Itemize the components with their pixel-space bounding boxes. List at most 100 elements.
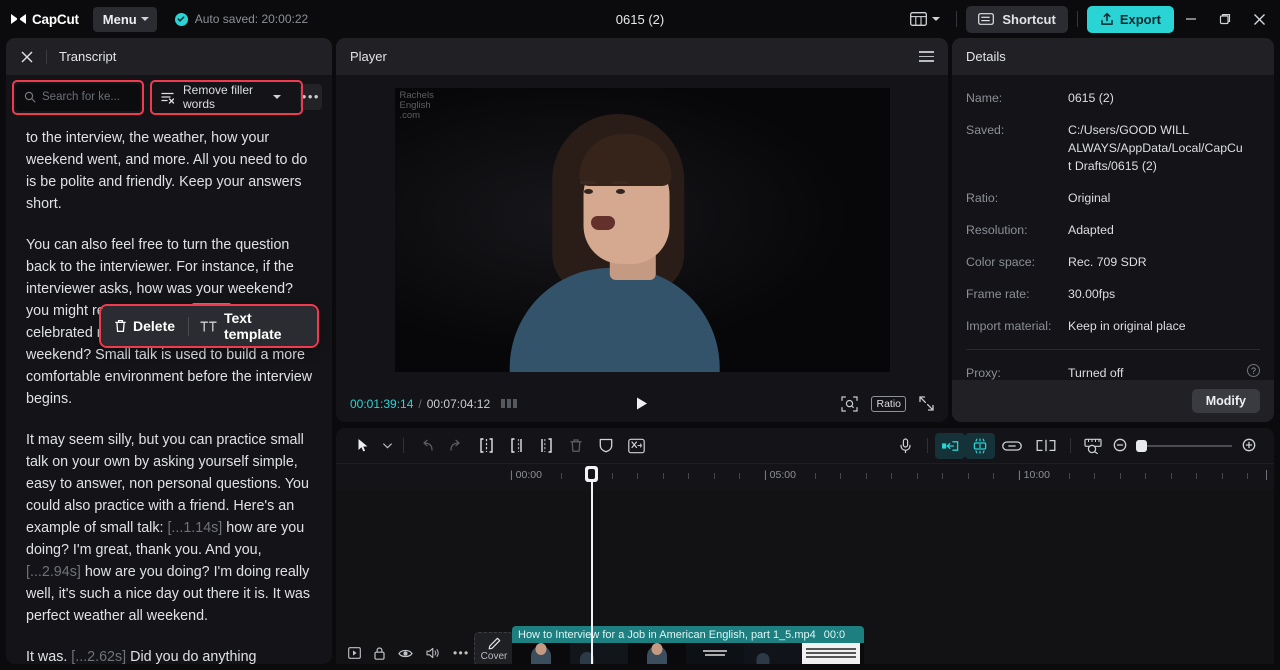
trash-icon[interactable] xyxy=(561,433,591,459)
clip-thumbnail xyxy=(570,643,628,664)
preview-toggle-icon[interactable] xyxy=(348,647,361,659)
cover-button[interactable]: Cover xyxy=(474,632,514,664)
cover-label: Cover xyxy=(480,650,508,662)
timeline-toolbar xyxy=(336,428,1274,464)
details-row-resolution: Resolution: Adapted xyxy=(966,221,1260,239)
timeline-ruler[interactable]: | 00:00 | 05:00 | 10:00 xyxy=(336,464,1274,490)
zoom-slider-track[interactable] xyxy=(1136,439,1232,452)
question-circle-icon[interactable]: ? xyxy=(1247,364,1260,377)
text-template-button[interactable]: Text template xyxy=(189,306,317,346)
transcript-title: Transcript xyxy=(59,49,117,64)
top-bar-right: Shortcut Export xyxy=(903,0,1280,38)
clip-duration: 00:0 xyxy=(823,628,846,641)
details-row-framerate: Frame rate: 30.00fps xyxy=(966,285,1260,303)
detail-value: 30.00fps xyxy=(1068,287,1116,301)
transcript-text: It was. xyxy=(26,649,72,664)
player-title: Player xyxy=(350,49,387,64)
capcut-window: CapCut Menu Auto saved: 20:00:22 0615 (2… xyxy=(0,0,1280,670)
playhead-handle[interactable] xyxy=(585,466,598,482)
gap-marker[interactable]: [...2.62s] xyxy=(71,649,126,664)
mute-clip-icon[interactable] xyxy=(621,433,651,459)
trim-right-icon[interactable] xyxy=(531,433,561,459)
speaker-icon[interactable] xyxy=(426,647,440,659)
search-placeholder: Search for ke... xyxy=(42,91,120,103)
link-icon[interactable] xyxy=(995,433,1029,459)
split-lines-icon[interactable] xyxy=(1029,433,1063,459)
transcript-text: Did you do anything xyxy=(126,649,257,664)
transcript-toolbar: Search for ke... Remove filler words ••• xyxy=(6,75,332,119)
divider xyxy=(1070,438,1071,453)
gap-marker[interactable]: [...1.14s] xyxy=(167,520,222,536)
more-icon[interactable]: ••• xyxy=(453,647,470,659)
video-preview[interactable]: Rachels English .com xyxy=(394,88,890,372)
detail-key: Frame rate: xyxy=(966,287,1030,301)
microphone-icon[interactable] xyxy=(890,433,920,459)
ruler-label: | 10:00 xyxy=(1018,469,1050,481)
fullscreen-icon[interactable] xyxy=(919,396,934,411)
select-tool-icon[interactable] xyxy=(348,433,378,459)
search-input[interactable]: Search for ke... xyxy=(16,83,140,111)
detail-value: Adapted xyxy=(1068,223,1114,237)
clip-thumbnail xyxy=(512,643,570,664)
transcript-paragraph[interactable]: It was. [...2.62s] Did you do anything xyxy=(26,646,318,664)
timeline-clip[interactable]: How to Interview for a Job in American E… xyxy=(512,626,864,664)
eye-icon[interactable] xyxy=(398,648,413,659)
player-panel: Player Rachels English .com 00:01:39:14 … xyxy=(336,38,948,422)
minimize-button[interactable] xyxy=(1174,0,1208,38)
menu-label: Menu xyxy=(102,11,137,27)
maximize-button[interactable] xyxy=(1208,0,1242,38)
delete-button[interactable]: Delete xyxy=(101,306,188,346)
close-icon xyxy=(1253,13,1266,26)
more-icon: ••• xyxy=(301,89,320,105)
watermark-line: .com xyxy=(399,110,421,121)
close-button[interactable] xyxy=(1242,0,1276,38)
total-time: 00:07:04:12 xyxy=(426,396,491,411)
transcript-more-button[interactable]: ••• xyxy=(299,84,322,110)
menu-button[interactable]: Menu xyxy=(92,6,157,32)
play-button[interactable] xyxy=(635,396,649,411)
ruler-zoom-icon[interactable] xyxy=(1078,433,1108,459)
trim-left-icon[interactable] xyxy=(501,433,531,459)
time-separator: / xyxy=(418,396,422,411)
minimize-icon xyxy=(1185,13,1197,25)
keyframe-burst-icon[interactable] xyxy=(965,432,995,459)
hamburger-icon[interactable] xyxy=(919,51,934,62)
layout-button[interactable] xyxy=(903,8,947,30)
filter-x-icon xyxy=(161,91,176,104)
undo-icon[interactable] xyxy=(411,433,441,459)
modify-button[interactable]: Modify xyxy=(1191,389,1260,413)
shield-icon[interactable] xyxy=(591,433,621,459)
chevron-down-icon[interactable] xyxy=(378,433,396,459)
details-panel: Details Name: 0615 (2) Saved: C:/Users/G… xyxy=(952,38,1274,422)
transcript-paragraph[interactable]: to the interview, the weather, how your … xyxy=(26,127,318,215)
player-stage[interactable]: Rachels English .com xyxy=(336,75,948,385)
timeline-zoom-slider[interactable] xyxy=(1136,439,1232,452)
detail-value: Keep in original place xyxy=(1068,319,1186,333)
delete-label: Delete xyxy=(133,318,176,334)
zoom-slider-knob[interactable] xyxy=(1136,439,1147,452)
export-button[interactable]: Export xyxy=(1086,5,1174,33)
zoom-out-icon[interactable] xyxy=(1108,433,1132,459)
chevron-down-icon xyxy=(272,95,281,99)
clip-title-bar: How to Interview for a Job in American E… xyxy=(512,626,864,643)
keyframe-icon[interactable] xyxy=(501,399,518,408)
crop-focus-icon[interactable] xyxy=(841,395,859,412)
lock-icon[interactable] xyxy=(374,646,385,660)
shortcut-button[interactable]: Shortcut xyxy=(966,5,1068,33)
transcript-body[interactable]: to the interview, the weather, how your … xyxy=(6,119,332,664)
transcript-paragraph[interactable]: It may seem silly, but you can practice … xyxy=(26,429,318,627)
details-row-name: Name: 0615 (2) xyxy=(966,89,1260,107)
ratio-button[interactable]: Ratio xyxy=(871,395,906,412)
snap-left-icon[interactable] xyxy=(935,432,965,459)
redo-icon[interactable] xyxy=(441,433,471,459)
timeline-tracks[interactable]: ••• Cover How to Interview for a Job in … xyxy=(336,490,1274,664)
details-header: Details xyxy=(952,38,1274,75)
chevron-down-icon xyxy=(140,17,149,21)
remove-filler-words-button[interactable]: Remove filler words xyxy=(153,83,289,111)
filler-label: Remove filler words xyxy=(183,83,254,111)
close-icon[interactable] xyxy=(20,50,34,64)
zoom-in-icon[interactable] xyxy=(1236,433,1262,459)
timeline-panel: | 00:00 | 05:00 | 10:00 ••• Cover How to… xyxy=(336,428,1274,664)
split-icon[interactable] xyxy=(471,433,501,459)
gap-marker[interactable]: [...2.94s] xyxy=(26,564,81,580)
